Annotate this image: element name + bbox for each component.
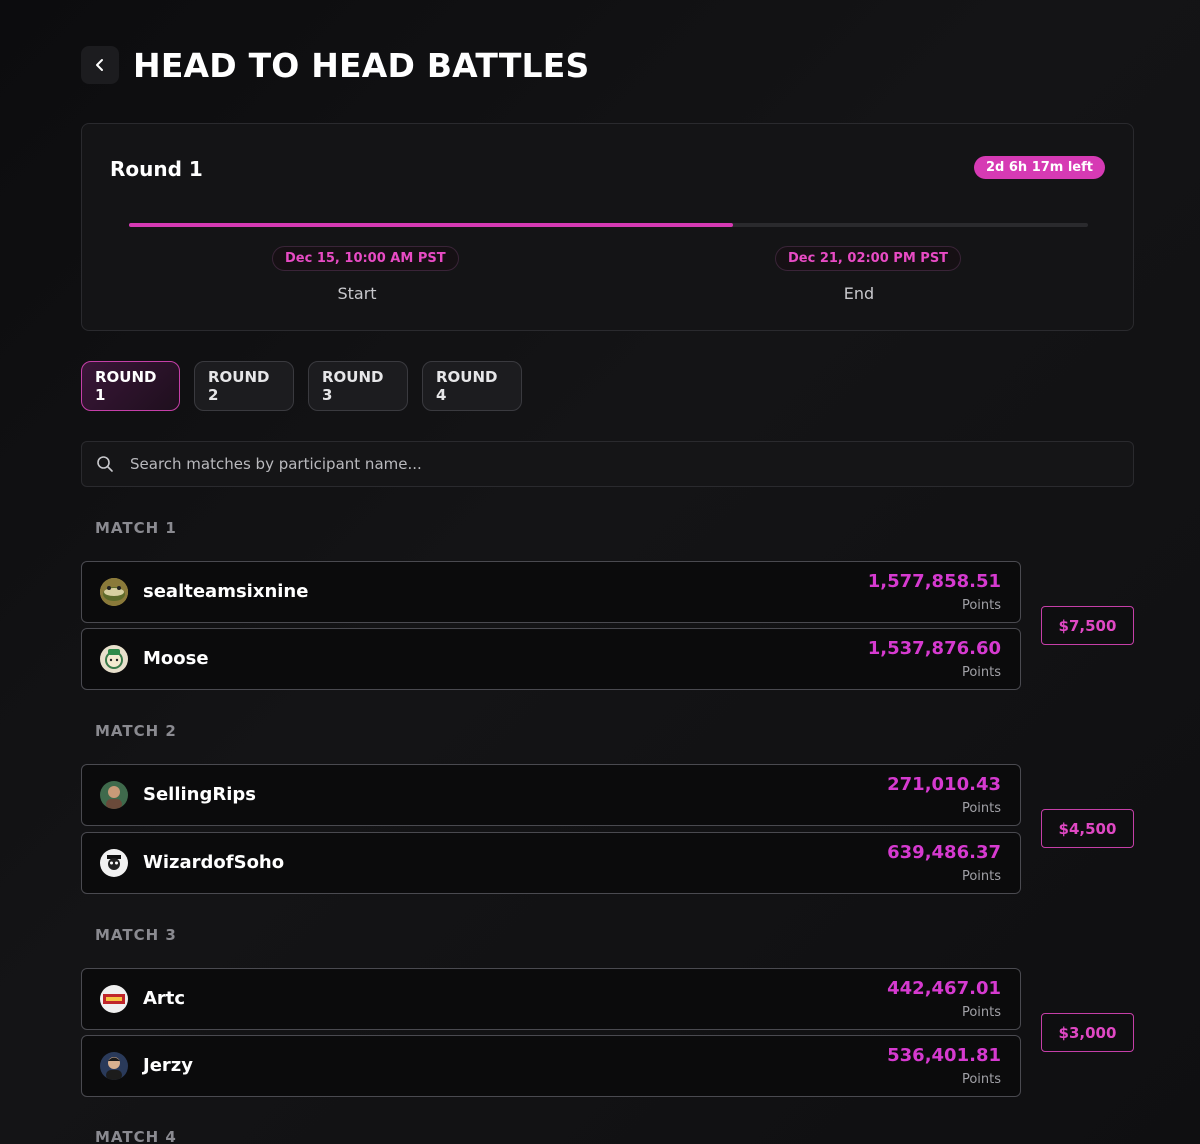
player-points: 536,401.81: [887, 1045, 1001, 1066]
match-label: MATCH 2: [95, 722, 177, 740]
skull-avatar: [100, 849, 128, 877]
player-points: 271,010.43: [887, 774, 1001, 795]
points-caption: Points: [961, 1072, 1001, 1087]
search-input[interactable]: [128, 454, 1082, 474]
player-name: WizardofSoho: [143, 852, 285, 873]
red-logo-avatar: [100, 985, 128, 1013]
frog-avatar: [100, 578, 128, 606]
round-title: Round 1: [110, 157, 203, 181]
prize-badge: $4,500: [1041, 809, 1134, 848]
player-row[interactable]: SellingRips 271,010.43 Points: [81, 764, 1021, 826]
player-points: 1,537,876.60: [867, 638, 1001, 659]
start-label: Start: [337, 284, 377, 303]
match-label: MATCH 4: [95, 1128, 177, 1144]
points-caption: Points: [961, 869, 1001, 884]
player-row[interactable]: Moose 1,537,876.60 Points: [81, 628, 1021, 690]
photo-avatar: [100, 781, 128, 809]
player-row[interactable]: Jerzy 536,401.81 Points: [81, 1035, 1021, 1097]
round-card: Round 1 2d 6h 17m left Dec 15, 10:00 AM …: [81, 123, 1134, 331]
player-name: Moose: [143, 648, 209, 669]
chevron-left-icon: [96, 59, 103, 71]
tab-round-2[interactable]: ROUND 2: [194, 361, 294, 411]
tab-round-4[interactable]: ROUND 4: [422, 361, 522, 411]
tab-round-3[interactable]: ROUND 3: [308, 361, 408, 411]
points-caption: Points: [961, 598, 1001, 613]
end-label: End: [843, 284, 875, 303]
start-date-badge: Dec 15, 10:00 AM PST: [272, 246, 459, 271]
time-left-badge: 2d 6h 17m left: [973, 156, 1105, 179]
player-name: Artc: [143, 988, 186, 1009]
tab-round-1[interactable]: ROUND 1: [81, 361, 180, 411]
prize-badge: $3,000: [1041, 1013, 1134, 1052]
page: HEAD TO HEAD BATTLES Round 1 2d 6h 17m l…: [0, 0, 1200, 1144]
player-name: sealteamsixnine: [143, 581, 309, 602]
round-tabs: ROUND 1 ROUND 2 ROUND 3 ROUND 4: [81, 361, 522, 411]
end-date-badge: Dec 21, 02:00 PM PST: [775, 246, 962, 271]
match-label: MATCH 3: [95, 926, 177, 944]
player-points: 1,577,858.51: [867, 571, 1001, 592]
player-row[interactable]: WizardofSoho 639,486.37 Points: [81, 832, 1021, 894]
points-caption: Points: [961, 665, 1001, 680]
points-caption: Points: [961, 801, 1001, 816]
player-name: Jerzy: [143, 1055, 193, 1076]
search-bar: [81, 441, 1134, 487]
player-name: SellingRips: [143, 784, 257, 805]
back-button[interactable]: [81, 46, 119, 84]
cartoon-avatar: [100, 645, 128, 673]
player-points: 639,486.37: [887, 842, 1001, 863]
round-progress-fill: [129, 223, 734, 227]
match-label: MATCH 1: [95, 519, 177, 537]
points-caption: Points: [961, 1005, 1001, 1020]
round-progress-bar: [129, 223, 1088, 227]
search-icon: [96, 454, 116, 474]
player-row[interactable]: Artc 442,467.01 Points: [81, 968, 1021, 1030]
prize-badge: $7,500: [1041, 606, 1134, 645]
page-title: HEAD TO HEAD BATTLES: [133, 46, 590, 85]
photo-avatar: [100, 1052, 128, 1080]
player-row[interactable]: sealteamsixnine 1,577,858.51 Points: [81, 561, 1021, 623]
player-points: 442,467.01: [887, 978, 1001, 999]
